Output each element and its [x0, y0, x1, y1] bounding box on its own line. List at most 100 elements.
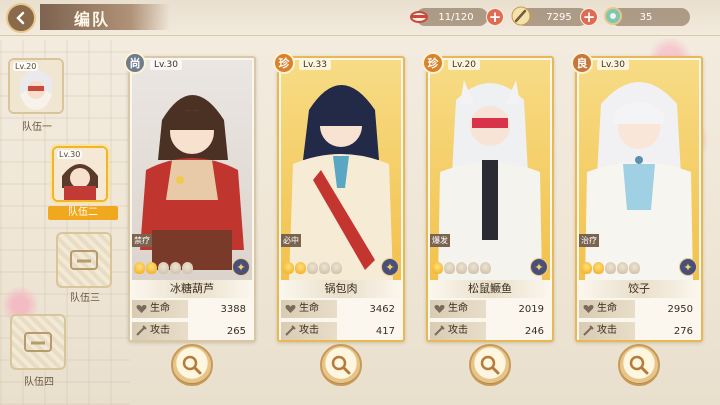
character-name: 松鼠鳜鱼: [430, 280, 550, 298]
jade-gem-icon: [602, 5, 624, 27]
team-slot-2[interactable]: Lv.30: [52, 146, 108, 202]
star-icon: [605, 262, 616, 274]
hp-row: 生命 3462: [281, 300, 401, 318]
star-icon: [444, 262, 455, 274]
star-icon: [432, 262, 443, 274]
star-icon: [468, 262, 479, 274]
role-tag: 禁疗: [132, 234, 152, 247]
magnifier-icon: [182, 355, 202, 375]
brush-icon: [510, 5, 532, 27]
character-card-2[interactable]: 珍 Lv.33 必中 ✦ 锅包肉 生命 3462 攻击 417: [273, 52, 405, 342]
star-icon: [593, 262, 604, 274]
character-card-4[interactable]: 良 Lv.30 治疗 ✦ 饺子 生命 2950 攻击 276: [571, 52, 703, 342]
sword-icon: [583, 325, 594, 343]
star-icon: [581, 262, 592, 274]
star-icon: [617, 262, 628, 274]
inspect-button-3[interactable]: [469, 344, 511, 386]
sword-icon: [434, 325, 445, 343]
element-icon: ✦: [232, 258, 250, 276]
star-icon: [331, 262, 342, 274]
character-portrait: [132, 60, 252, 280]
team-label-2: 队伍二: [48, 206, 118, 220]
hp-value: 3462: [369, 303, 395, 315]
star-rating: [581, 262, 640, 274]
team-slot-3[interactable]: [56, 232, 112, 288]
hp-label: 生命: [299, 303, 319, 314]
hp-label: 生命: [448, 303, 468, 314]
team-label-1: 队伍一: [22, 122, 52, 133]
star-icon: [307, 262, 318, 274]
star-rating: [283, 262, 342, 274]
hp-row: 生命 2019: [430, 300, 550, 318]
hp-value: 2019: [518, 303, 544, 315]
sword-icon: [285, 325, 296, 343]
level-tag: Lv.30: [597, 60, 629, 70]
star-icon: [319, 262, 330, 274]
empty-slot-icon: [70, 250, 98, 270]
element-icon: ✦: [530, 258, 548, 276]
heart-icon: [434, 303, 445, 321]
star-icon: [283, 262, 294, 274]
hp-value: 3388: [220, 303, 246, 315]
character-portrait: [579, 60, 699, 280]
rank-badge: 尚: [124, 52, 146, 74]
back-button[interactable]: [6, 3, 36, 33]
atk-value: 417: [375, 325, 395, 337]
star-rating: [134, 262, 193, 274]
top-bar: 编队 11/120 + 7295 + 35: [0, 0, 720, 36]
hp-value: 2950: [667, 303, 693, 315]
atk-label: 攻击: [448, 325, 468, 336]
stamina-value: 11/120: [438, 11, 474, 23]
level-tag: Lv.33: [299, 60, 331, 70]
star-icon: [295, 262, 306, 274]
hp-label: 生命: [150, 303, 170, 314]
character-card-3[interactable]: 珍 Lv.20 爆发 ✦ 松鼠鳜鱼 生命 2019 攻击 246: [422, 52, 554, 342]
star-icon: [146, 262, 157, 274]
inspect-button-2[interactable]: [320, 344, 362, 386]
star-icon: [456, 262, 467, 274]
star-icon: [182, 262, 193, 274]
star-icon: [170, 262, 181, 274]
hp-row: 生命 2950: [579, 300, 699, 318]
atk-row: 攻击 276: [579, 322, 699, 340]
team-label-4: 队伍四: [24, 377, 54, 388]
team-slot-4[interactable]: [10, 314, 66, 370]
team-level: Lv.30: [57, 150, 83, 159]
element-icon: ✦: [679, 258, 697, 276]
hp-row: 生命 3388: [132, 300, 252, 318]
page-title: 编队: [74, 10, 111, 29]
gems-value: 35: [639, 11, 653, 23]
character-name: 锅包肉: [281, 280, 401, 298]
star-icon: [134, 262, 145, 274]
add-stamina-button[interactable]: +: [486, 8, 504, 26]
character-card-1[interactable]: 尚 Lv.30 禁疗 ✦ 冰糖葫芦 生命 3388 攻击 265: [124, 52, 256, 343]
star-icon: [480, 262, 491, 274]
star-icon: [629, 262, 640, 274]
level-tag: Lv.30: [150, 60, 182, 70]
bowl-icon: [408, 5, 430, 27]
rank-badge: 珍: [273, 52, 295, 74]
role-tag: 治疗: [579, 234, 599, 247]
inspect-button-4[interactable]: [618, 344, 660, 386]
atk-value: 276: [673, 325, 693, 337]
empty-slot-icon: [24, 332, 52, 352]
team-level: Lv.20: [13, 62, 39, 71]
rank-badge: 珍: [422, 52, 444, 74]
heart-icon: [583, 303, 594, 321]
atk-row: 攻击 246: [430, 322, 550, 340]
heart-icon: [136, 303, 147, 321]
atk-label: 攻击: [299, 325, 319, 336]
add-coins-button[interactable]: +: [580, 8, 598, 26]
atk-label: 攻击: [150, 325, 170, 336]
magnifier-icon: [331, 355, 351, 375]
inspect-button-1[interactable]: [171, 344, 213, 386]
element-icon: ✦: [381, 258, 399, 276]
team-slot-1[interactable]: Lv.20: [8, 58, 64, 114]
role-tag: 爆发: [430, 234, 450, 247]
character-name: 饺子: [579, 280, 699, 298]
character-name: 冰糖葫芦: [132, 280, 252, 298]
sword-icon: [136, 325, 147, 343]
atk-row: 攻击 417: [281, 322, 401, 340]
chevron-left-icon: [16, 11, 25, 25]
atk-value: 265: [226, 325, 246, 337]
